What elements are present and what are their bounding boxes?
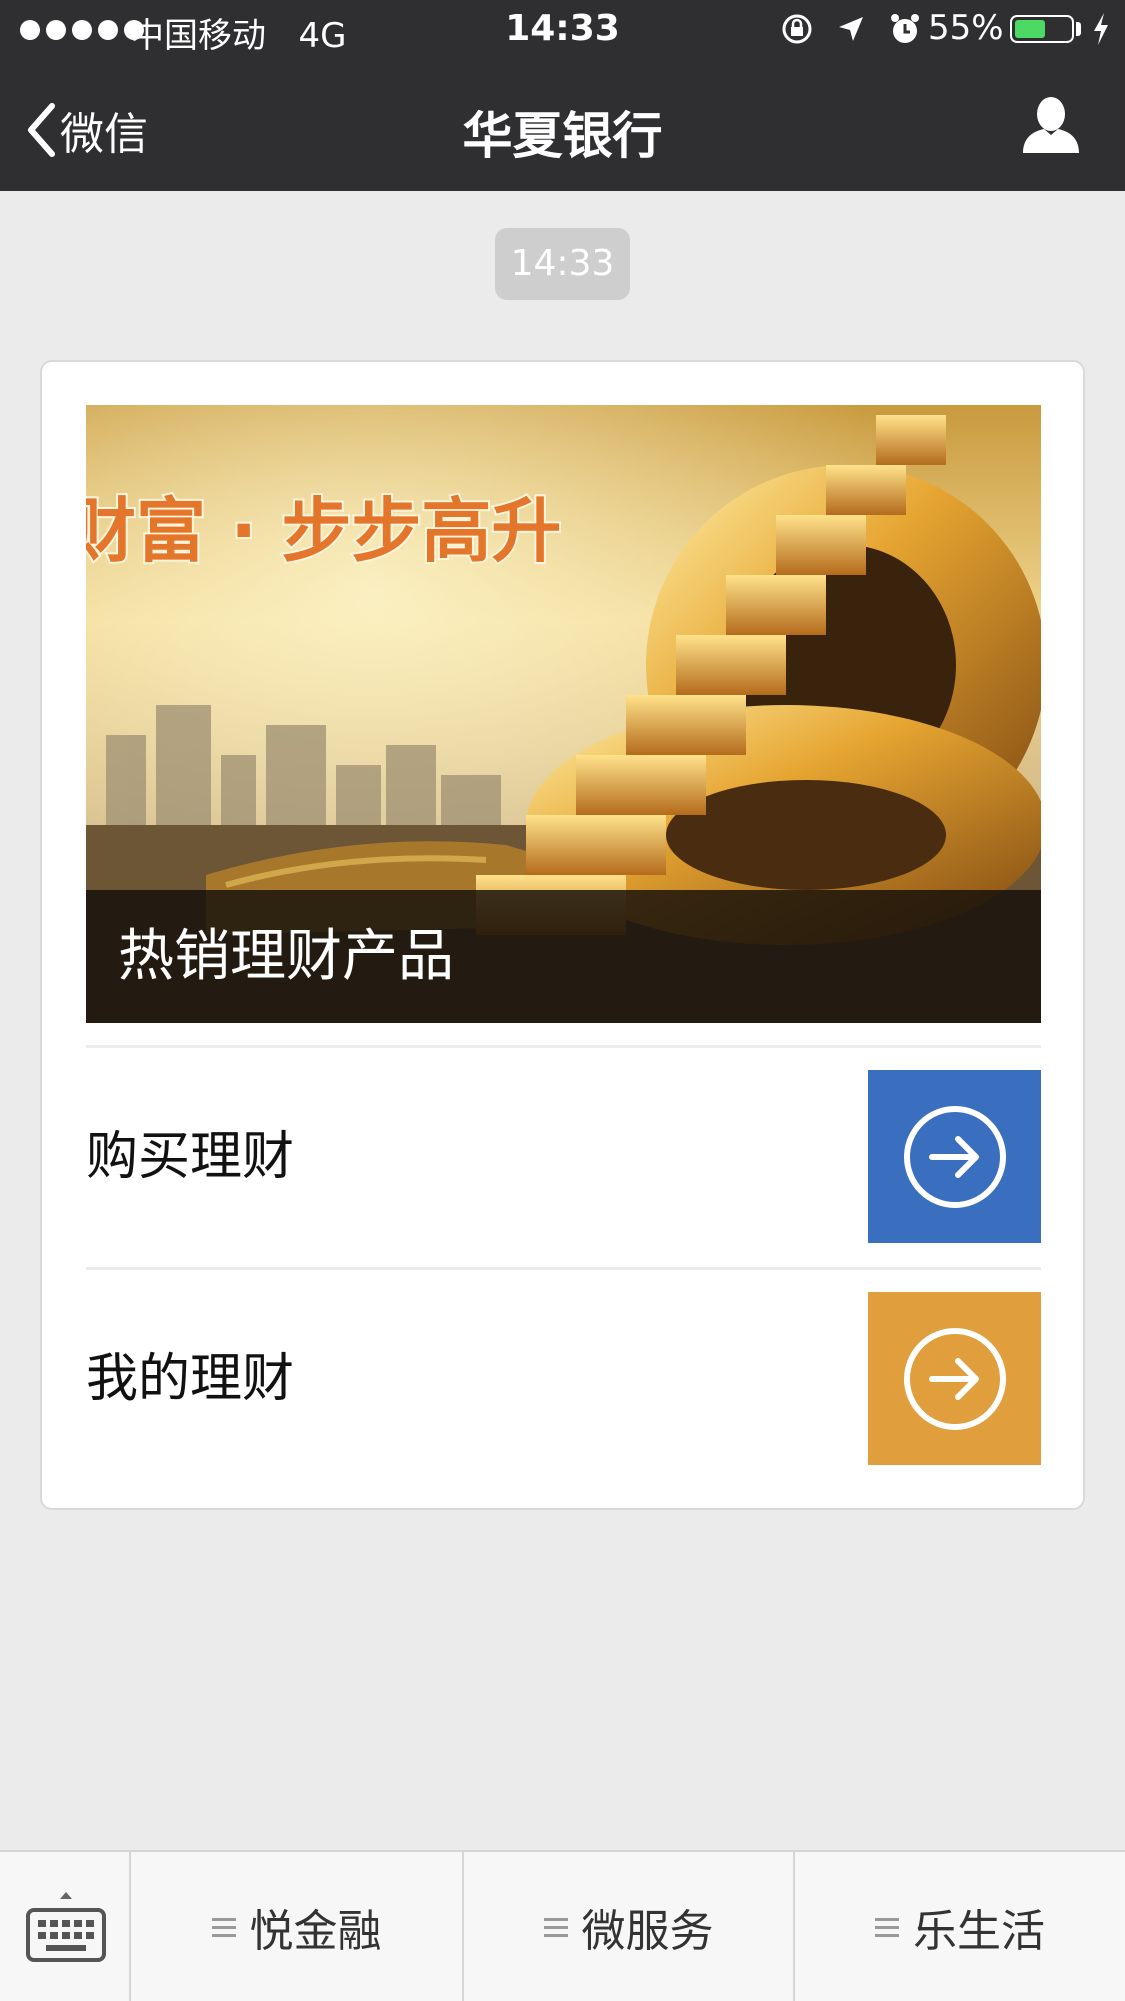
keyboard-icon bbox=[26, 1892, 106, 1962]
page-title: 华夏银行 bbox=[462, 107, 663, 165]
menu-item-label: 我的理财 bbox=[86, 1349, 295, 1409]
battery-percent: 55% bbox=[928, 8, 1004, 48]
tab-happy-life[interactable]: 乐生活 bbox=[793, 1852, 1125, 2001]
alarm-clock-icon bbox=[891, 14, 919, 43]
arrow-button[interactable] bbox=[868, 1292, 1041, 1465]
tab-yue-finance[interactable]: 悦金融 bbox=[131, 1852, 462, 2001]
keyboard-toggle-button[interactable] bbox=[0, 1852, 131, 2001]
status-bar: 中国移动 4G 14:33 55% bbox=[0, 0, 1125, 60]
article-card: 财富 · 步步高升 热销理财产品 购买理财 我的理财 bbox=[40, 360, 1085, 1510]
battery-cap bbox=[1076, 22, 1081, 36]
profile-button[interactable] bbox=[1020, 95, 1082, 159]
battery-fill bbox=[1015, 20, 1045, 38]
arrow-right-circle-icon bbox=[903, 1105, 1006, 1208]
user-profile-icon bbox=[1023, 97, 1079, 153]
menu-lines-icon bbox=[875, 1917, 899, 1937]
arrow-button[interactable] bbox=[868, 1070, 1041, 1243]
navigation-bar: 微信 华夏银行 bbox=[0, 70, 1125, 191]
menu-lines-icon bbox=[211, 1917, 236, 1937]
charging-bolt-icon bbox=[1094, 13, 1108, 45]
arrow-right-circle-icon bbox=[903, 1327, 1006, 1430]
menu-lines-icon bbox=[543, 1917, 568, 1937]
tab-label: 微服务 bbox=[581, 1905, 714, 1957]
divider bbox=[86, 1267, 1041, 1270]
chat-timestamp: 14:33 bbox=[495, 228, 630, 300]
rotation-lock-icon bbox=[782, 14, 812, 44]
tab-label: 悦金融 bbox=[249, 1905, 382, 1957]
top-bar: 中国移动 4G 14:33 55% 微信 华夏银行 bbox=[0, 0, 1125, 191]
battery-icon bbox=[1010, 15, 1074, 43]
menu-item-label: 购买理财 bbox=[86, 1127, 295, 1187]
tab-label: 乐生活 bbox=[913, 1905, 1045, 1957]
menu-item-my-wealth[interactable]: 我的理财 bbox=[86, 1292, 1041, 1467]
banner-caption: 热销理财产品 bbox=[86, 890, 1041, 1023]
divider bbox=[86, 1045, 1041, 1048]
banner-image[interactable]: 财富 · 步步高升 热销理财产品 bbox=[86, 405, 1041, 1023]
bottom-menu-bar: 悦金融 微服务 乐生活 bbox=[0, 1850, 1125, 2001]
banner-slogan: 财富 · 步步高升 bbox=[86, 490, 561, 572]
tab-micro-service[interactable]: 微服务 bbox=[462, 1852, 793, 2001]
location-arrow-icon bbox=[839, 17, 863, 41]
menu-item-buy-wealth[interactable]: 购买理财 bbox=[86, 1070, 1041, 1245]
status-icons bbox=[780, 12, 922, 46]
